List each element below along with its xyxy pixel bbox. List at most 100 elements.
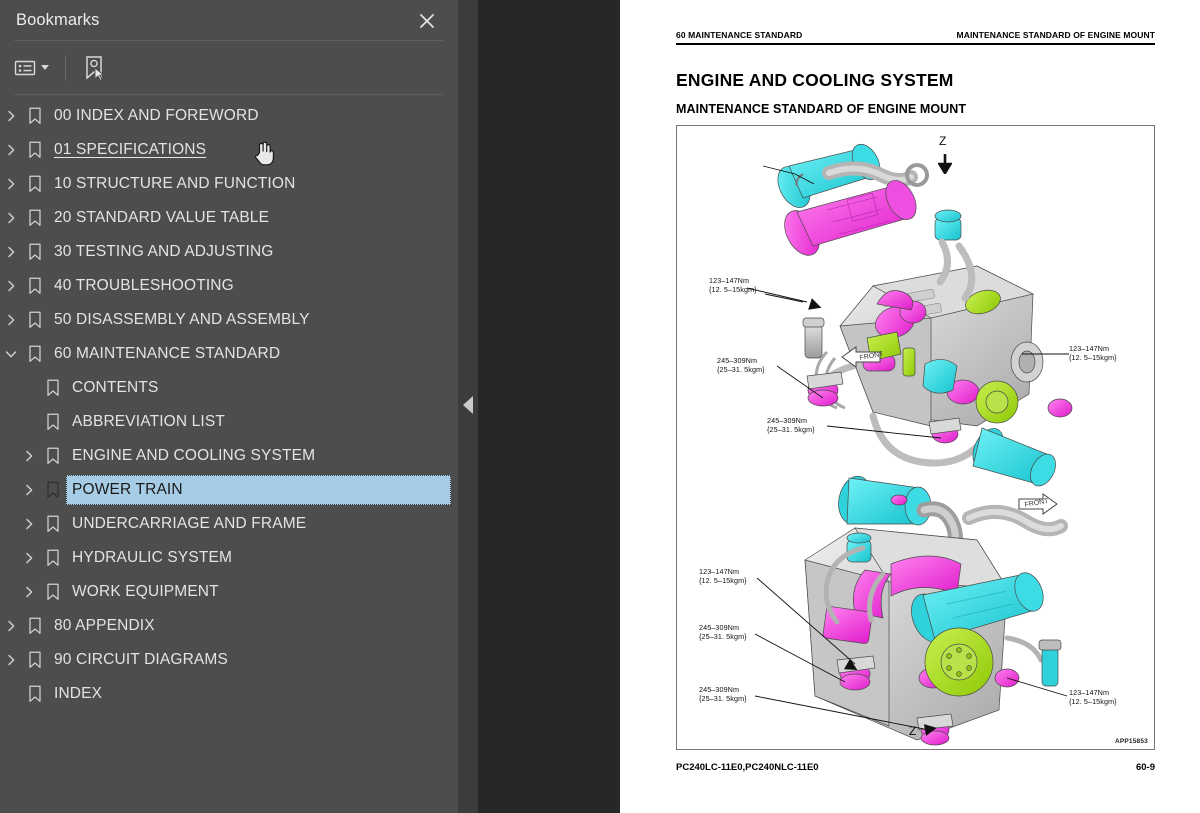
bookmark-icon: [40, 473, 66, 507]
bookmark-icon: [22, 133, 48, 167]
callout-l3: 245–309Nm {25–31. 5kgm}: [699, 685, 747, 703]
chevron-right-icon[interactable]: [18, 575, 40, 609]
bookmark-icon: [40, 405, 66, 439]
document-footer: PC240LC-11E0,PC240NLC-11E0 60-9: [676, 762, 1155, 773]
bookmark-item-00-index-and-foreword[interactable]: 00 INDEX AND FOREWORD: [0, 99, 458, 133]
bookmark-icon: [22, 99, 48, 133]
document-page: 60 MAINTENANCE STANDARD MAINTENANCE STAN…: [620, 0, 1200, 813]
engine-illustration: [746, 144, 1073, 746]
bookmark-item-label: 40 TROUBLESHOOTING: [54, 277, 234, 294]
panel-splitter[interactable]: [458, 0, 478, 813]
close-icon[interactable]: [414, 8, 440, 34]
page-title: Bookmarks: [16, 10, 100, 29]
chevron-right-icon[interactable]: [0, 201, 22, 235]
bookmark-item-label: 10 STRUCTURE AND FUNCTION: [54, 175, 296, 192]
callout-l2: 245–309Nm {25–31. 5kgm}: [699, 623, 747, 641]
bookmark-icon: [22, 235, 48, 269]
bookmark-icon: [22, 643, 48, 677]
chevron-right-icon[interactable]: [18, 439, 40, 473]
bookmark-item-label: CONTENTS: [72, 379, 159, 396]
chevron-right-icon[interactable]: [0, 99, 22, 133]
bookmark-item-label: POWER TRAIN: [72, 481, 183, 498]
chevron-right-icon[interactable]: [18, 473, 40, 507]
bookmark-item-hydraulic-system[interactable]: HYDRAULIC SYSTEM: [0, 541, 458, 575]
bookmark-item-label: INDEX: [54, 685, 103, 702]
bookmark-item-label: 20 STANDARD VALUE TABLE: [54, 209, 270, 226]
bookmark-icon: [22, 201, 48, 235]
bookmark-item-20-standard-value-table[interactable]: 20 STANDARD VALUE TABLE: [0, 201, 458, 235]
bookmark-item-abbreviation-list[interactable]: ABBREVIATION LIST: [0, 405, 458, 439]
chevron-down-icon[interactable]: [41, 65, 49, 70]
bookmark-item-90-circuit-diagrams[interactable]: 90 CIRCUIT DIAGRAMS: [0, 643, 458, 677]
bookmark-item-power-train[interactable]: POWER TRAIN: [0, 473, 458, 507]
bookmarks-panel: Bookmarks 00 INDEX AND FOREWORD 01 SPECI…: [0, 0, 458, 813]
document-heading: ENGINE AND COOLING SYSTEM: [676, 70, 954, 91]
footer-model: PC240LC-11E0,PC240NLC-11E0: [676, 762, 819, 773]
bookmark-item-label: WORK EQUIPMENT: [72, 583, 219, 600]
chevron-right-icon[interactable]: [0, 133, 22, 167]
bookmark-item-label: 00 INDEX AND FOREWORD: [54, 107, 259, 124]
document-subheading: MAINTENANCE STANDARD OF ENGINE MOUNT: [676, 102, 967, 117]
bookmarks-panel-header: Bookmarks: [0, 0, 458, 40]
bookmark-item-label: 60 MAINTENANCE STANDARD: [54, 345, 281, 362]
bookmark-icon: [22, 677, 48, 711]
bookmark-item-40-troubleshooting[interactable]: 40 TROUBLESHOOTING: [0, 269, 458, 303]
chevron-down-icon[interactable]: [0, 337, 22, 371]
bookmark-item-10-structure-and-function[interactable]: 10 STRUCTURE AND FUNCTION: [0, 167, 458, 201]
bookmark-icon: [40, 439, 66, 473]
bookmark-item-engine-and-cooling-system[interactable]: ENGINE AND COOLING SYSTEM: [0, 439, 458, 473]
bookmark-item-label: ENGINE AND COOLING SYSTEM: [72, 447, 316, 464]
bookmark-item-contents[interactable]: CONTENTS: [0, 371, 458, 405]
bookmark-icon: [40, 575, 66, 609]
bookmark-item-60-maintenance-standard[interactable]: 60 MAINTENANCE STANDARD: [0, 337, 458, 371]
running-head-rule: [676, 43, 1155, 46]
footer-page-number: 60-9: [1135, 762, 1155, 773]
document-running-head: 60 MAINTENANCE STANDARD MAINTENANCE STAN…: [676, 30, 1155, 40]
bookmark-icon: [40, 541, 66, 575]
list-options-icon[interactable]: [10, 51, 53, 85]
callout-u4: 123–147Nm {12. 5–15kgm}: [1069, 344, 1117, 362]
running-head-left: 60 MAINTENANCE STANDARD: [676, 30, 803, 40]
section-mark-z-top: Z: [939, 134, 947, 149]
bookmark-icon: [22, 167, 48, 201]
bookmark-item-01-specifications[interactable]: 01 SPECIFICATIONS: [0, 133, 458, 167]
bookmark-item-80-appendix[interactable]: 80 APPENDIX: [0, 609, 458, 643]
chevron-right-icon[interactable]: [0, 303, 22, 337]
collapse-left-icon[interactable]: [463, 396, 473, 414]
chevron-right-icon[interactable]: [18, 541, 40, 575]
bookmark-pointer-icon[interactable]: [78, 51, 110, 85]
chevron-right-icon[interactable]: [18, 507, 40, 541]
chevron-right-icon[interactable]: [0, 167, 22, 201]
running-head-right: MAINTENANCE STANDARD OF ENGINE MOUNT: [956, 30, 1155, 40]
chevron-right-icon[interactable]: [0, 643, 22, 677]
bookmark-item-label: 01 SPECIFICATIONS: [54, 141, 207, 158]
callout-u2: 245–309Nm {25–31. 5kgm}: [717, 356, 765, 374]
bookmark-icon: [40, 507, 66, 541]
callout-l4: 123–147Nm {12. 5–15kgm}: [1069, 688, 1117, 706]
front-direction-icon-lower: FRONT: [1018, 493, 1058, 516]
bookmark-icon: [22, 337, 48, 371]
pdf-reader-window: Bookmarks 00 INDEX AND FOREWORD 01 SPECI…: [0, 0, 1200, 813]
bookmark-item-label: 30 TESTING AND ADJUSTING: [54, 243, 274, 260]
chevron-right-icon[interactable]: [0, 235, 22, 269]
section-arrow-down-icon: [938, 154, 952, 175]
bookmark-item-label: 80 APPENDIX: [54, 617, 155, 634]
bookmark-item-index[interactable]: INDEX: [0, 677, 458, 711]
chevron-right-icon[interactable]: [0, 609, 22, 643]
bookmark-item-undercarriage-and-frame[interactable]: UNDERCARRIAGE AND FRAME: [0, 507, 458, 541]
bookmark-icon: [40, 371, 66, 405]
bookmark-item-30-testing-and-adjusting[interactable]: 30 TESTING AND ADJUSTING: [0, 235, 458, 269]
bookmark-item-50-disassembly-and-assembly[interactable]: 50 DISASSEMBLY AND ASSEMBLY: [0, 303, 458, 337]
bookmarks-toolbar: [0, 41, 458, 94]
figure-code: APP15853: [1114, 738, 1148, 746]
bookmark-item-label: 90 CIRCUIT DIAGRAMS: [54, 651, 228, 668]
chevron-right-icon[interactable]: [0, 269, 22, 303]
bookmark-icon: [22, 303, 48, 337]
bookmark-icon: [22, 269, 48, 303]
document-viewer: 60 MAINTENANCE STANDARD MAINTENANCE STAN…: [478, 0, 1200, 813]
bookmark-item-work-equipment[interactable]: WORK EQUIPMENT: [0, 575, 458, 609]
bookmark-item-label: 50 DISASSEMBLY AND ASSEMBLY: [54, 311, 310, 328]
callout-u3: 245–309Nm {25–31. 5kgm}: [767, 416, 815, 434]
